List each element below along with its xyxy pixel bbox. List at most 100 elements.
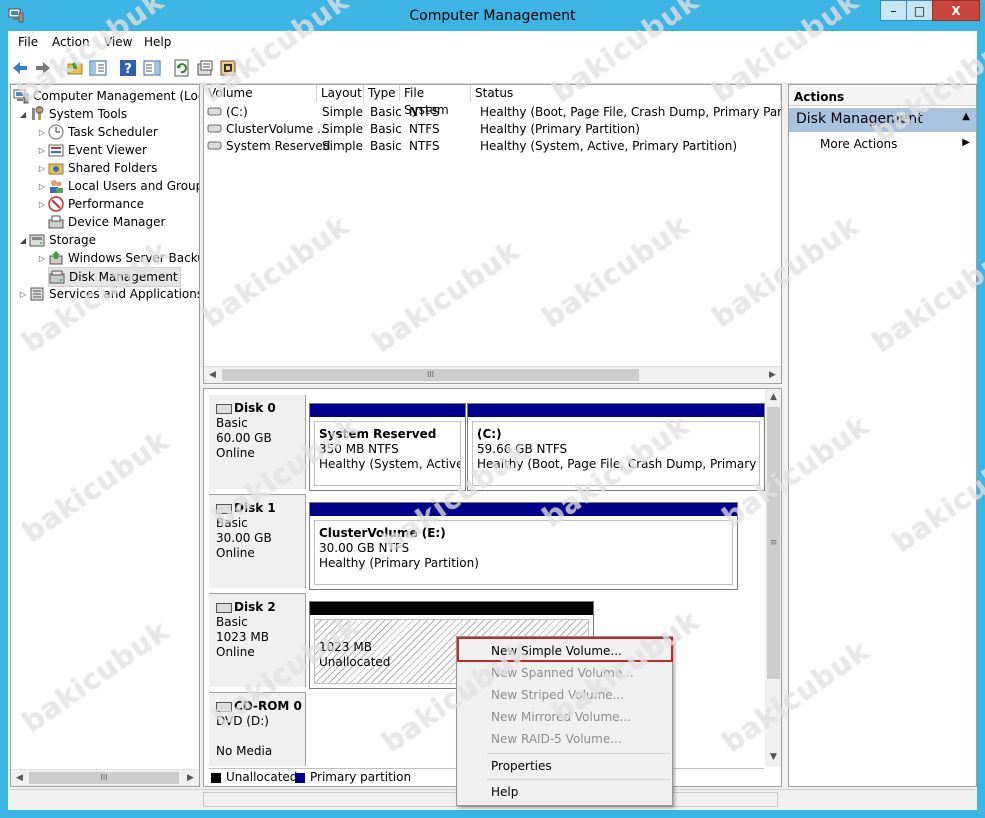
tree-item-windows-server-backup[interactable]: ▷ Windows Server Backup [36, 249, 199, 267]
menu-new-raid5-volume[interactable]: New RAID-5 Volume... [459, 728, 670, 750]
partition-cluster-volume[interactable]: ClusterVolume (E:) 30.00 GB NTFS Healthy… [309, 502, 738, 590]
tree-item-disk-management[interactable]: Disk Management [48, 267, 181, 287]
scroll-right-icon[interactable]: ▶ [764, 367, 781, 383]
performance-icon [48, 196, 64, 212]
collapsed-arrow-icon[interactable]: ▷ [36, 146, 48, 155]
up-folder-icon[interactable] [66, 59, 84, 77]
collapsed-arrow-icon[interactable]: ▷ [36, 254, 48, 263]
menu-help[interactable]: Help [144, 35, 171, 49]
menu-properties[interactable]: Properties [459, 755, 670, 777]
disk-name: Disk 2 [234, 600, 276, 614]
collapsed-arrow-icon[interactable]: ▷ [36, 128, 48, 137]
partition-status: Healthy (Primary Partition) [319, 556, 479, 570]
tree-label: Performance [68, 197, 145, 211]
partition-name: System Reserved [319, 427, 437, 441]
disk-1-label[interactable]: Disk 1 Basic 30.00 GB Online [209, 494, 306, 588]
expanded-arrow-icon[interactable]: ◢ [17, 236, 29, 245]
volume-list-horizontal-scrollbar[interactable]: ◀ III ▶ [204, 366, 781, 383]
tree-item-system-tools[interactable]: ◢ System Tools [17, 105, 127, 123]
table-row[interactable]: ClusterVolume ... Simple Basic NTFS Heal… [204, 121, 781, 138]
menu-action[interactable]: Action [52, 35, 90, 49]
partition-c-drive[interactable]: (C:) 59.66 GB NTFS Healthy (Boot, Page F… [467, 403, 765, 491]
back-arrow-icon[interactable] [11, 59, 29, 77]
column-header-file-system[interactable]: File System [400, 85, 471, 117]
tree-item-event-viewer[interactable]: ▷ Event Viewer [36, 141, 147, 159]
menu-new-mirrored-volume[interactable]: New Mirrored Volume... [459, 706, 670, 728]
refresh-icon[interactable] [173, 59, 191, 77]
table-row[interactable]: (C:) Simple Basic NTFS Healthy (Boot, Pa… [204, 104, 781, 121]
disk-icon [216, 403, 232, 414]
tree-item-storage[interactable]: ◢ Storage [17, 231, 96, 249]
partition-bar [468, 404, 764, 417]
disk-size: 1023 MB [216, 630, 269, 644]
tree-item-computer-management[interactable]: Computer Management (Local [13, 87, 199, 105]
scroll-right-icon[interactable]: ▶ [182, 770, 199, 786]
disk-status: Online [216, 446, 255, 460]
table-row[interactable]: System Reserved Simple Basic NTFS Health… [204, 138, 781, 155]
partition-system-reserved[interactable]: System Reserved 350 MB NTFS Healthy (Sys… [309, 403, 466, 491]
tree-item-performance[interactable]: ▷ Performance [36, 195, 144, 213]
tree-horizontal-scrollbar[interactable]: ◀ III ▶ [11, 769, 199, 786]
cell-layout: Simple [322, 105, 363, 119]
disk-0-label[interactable]: Disk 0 Basic 60.00 GB Online [209, 395, 306, 489]
scroll-thumb[interactable]: ≡ [767, 407, 780, 679]
actions-pane: Actions Disk Management ▲ More Actions ▶ [788, 84, 977, 787]
disk-properties-icon[interactable] [219, 59, 237, 77]
collapsed-arrow-icon[interactable]: ▷ [36, 182, 48, 191]
tree-label: Storage [49, 233, 96, 247]
cdrom-label[interactable]: CD-ROM 0 DVD (D:) No Media [209, 692, 306, 766]
legend-primary-swatch [295, 773, 305, 783]
tree-item-device-manager[interactable]: Device Manager [48, 213, 165, 231]
tree-label: Task Scheduler [68, 125, 158, 139]
title-bar[interactable]: Computer Management – □ X [0, 0, 985, 32]
scroll-up-icon[interactable]: ▲ [765, 389, 781, 406]
maximize-button[interactable]: □ [906, 0, 933, 21]
show-hide-tree-icon[interactable] [89, 59, 107, 77]
cell-layout: Simple [322, 139, 363, 153]
partition-bar [310, 503, 737, 516]
collapsed-arrow-icon[interactable]: ▷ [36, 164, 48, 173]
scroll-left-icon[interactable]: ◀ [11, 770, 28, 786]
scroll-thumb[interactable]: III [29, 772, 179, 784]
menu-view[interactable]: View [104, 35, 132, 49]
scroll-down-icon[interactable]: ▼ [765, 749, 781, 766]
disk-status: Online [216, 645, 255, 659]
cell-type: Basic [370, 105, 402, 119]
highlight-box [457, 637, 673, 662]
tree-label: Services and Applications [49, 287, 200, 301]
menu-bar: File Action View Help [8, 31, 977, 53]
scroll-thumb[interactable]: III [222, 369, 639, 381]
show-hide-action-pane-icon[interactable] [143, 59, 161, 77]
properties-icon[interactable] [196, 59, 214, 77]
minimize-button[interactable]: – [880, 0, 907, 21]
scroll-left-icon[interactable]: ◀ [204, 367, 221, 383]
disk-view-vertical-scrollbar[interactable]: ▲ ≡ ▼ [765, 389, 781, 767]
collapse-arrow-icon[interactable]: ▲ [962, 111, 970, 122]
column-header-layout[interactable]: Layout [317, 85, 364, 102]
collapsed-arrow-icon[interactable]: ▷ [17, 290, 29, 299]
actions-section-disk-management[interactable]: Disk Management ▲ [789, 108, 976, 132]
menu-help-item[interactable]: Help [459, 781, 670, 803]
tree-item-services-applications[interactable]: ▷ Services and Applications [17, 285, 200, 303]
svg-text:?: ? [124, 62, 132, 77]
help-icon[interactable]: ? [119, 59, 137, 77]
close-button[interactable]: X [932, 0, 980, 21]
disk-2-label[interactable]: Disk 2 Basic 1023 MB Online [209, 593, 306, 687]
partition-bar [310, 404, 465, 417]
toolbar: ? [8, 53, 977, 84]
tree-item-shared-folders[interactable]: ▷ Shared Folders [36, 159, 157, 177]
more-actions-item[interactable]: More Actions ▶ [820, 137, 970, 155]
expanded-arrow-icon[interactable]: ◢ [17, 110, 29, 119]
menu-separator [487, 753, 670, 754]
column-header-type[interactable]: Type [364, 85, 400, 102]
column-header-status[interactable]: Status [471, 85, 781, 102]
tree-item-local-users[interactable]: ▷ Local Users and Groups [36, 177, 199, 195]
menu-new-spanned-volume[interactable]: New Spanned Volume... [459, 662, 670, 684]
menu-file[interactable]: File [18, 35, 38, 49]
menu-new-striped-volume[interactable]: New Striped Volume... [459, 684, 670, 706]
cell-file-system: NTFS [409, 105, 440, 119]
collapsed-arrow-icon[interactable]: ▷ [36, 200, 48, 209]
column-header-volume[interactable]: Volume [204, 85, 317, 102]
tree-item-task-scheduler[interactable]: ▷ Task Scheduler [36, 123, 158, 141]
forward-arrow-icon[interactable] [34, 59, 52, 77]
